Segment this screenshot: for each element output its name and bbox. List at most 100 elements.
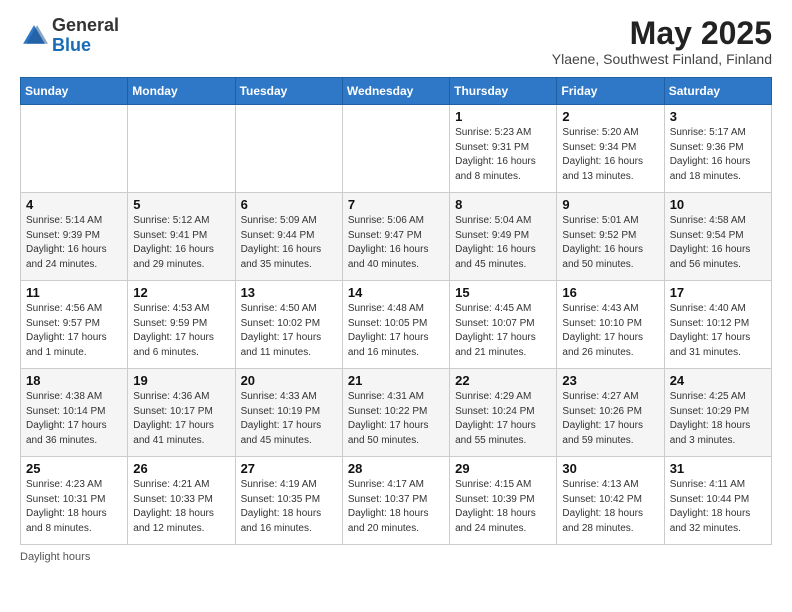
day-info: Sunrise: 4:58 AM Sunset: 9:54 PM Dayligh…: [670, 214, 766, 272]
day-number: 8: [455, 197, 551, 212]
col-wednesday: Wednesday: [342, 78, 449, 105]
day-info: Sunrise: 5:23 AM Sunset: 9:31 PM Dayligh…: [455, 126, 551, 184]
day-cell: 12 Sunrise: 4:53 AM Sunset: 9:59 PM Dayli…: [128, 281, 235, 369]
day-info: Sunrise: 4:43 AM Sunset: 10:10 PM Daylig…: [562, 302, 658, 360]
day-info: Sunrise: 5:04 AM Sunset: 9:49 PM Dayligh…: [455, 214, 551, 272]
logo-text: General Blue: [52, 16, 119, 56]
week-row-0: 1Sunrise: 5:23 AM Sunset: 9:31 PM Daylig…: [21, 105, 772, 193]
logo: General Blue: [20, 16, 119, 56]
day-info: Sunrise: 5:01 AM Sunset: 9:52 PM Dayligh…: [562, 214, 658, 272]
page: General Blue May 2025 Ylaene, Southwest …: [0, 0, 792, 612]
day-cell: 30Sunrise: 4:13 AM Sunset: 10:42 PM Dayl…: [557, 457, 664, 545]
day-cell: [235, 105, 342, 193]
day-cell: 3 Sunrise: 5:17 AM Sunset: 9:36 PM Daylig…: [664, 105, 771, 193]
day-number: 2: [562, 109, 658, 124]
day-info: Sunrise: 4:38 AM Sunset: 10:14 PM Daylig…: [26, 390, 122, 448]
day-number: 17: [670, 285, 766, 300]
col-monday: Monday: [128, 78, 235, 105]
week-row-3: 18Sunrise: 4:38 AM Sunset: 10:14 PM Dayl…: [21, 369, 772, 457]
day-info: Sunrise: 5:20 AM Sunset: 9:34 PM Dayligh…: [562, 126, 658, 184]
day-info: Sunrise: 4:25 AM Sunset: 10:29 PM Daylig…: [670, 390, 766, 448]
day-cell: 5 Sunrise: 5:12 AM Sunset: 9:41 PM Daylig…: [128, 193, 235, 281]
calendar-header: Sunday Monday Tuesday Wednesday Thursday…: [21, 78, 772, 105]
day-number: 19: [133, 373, 229, 388]
footer: Daylight hours: [20, 551, 772, 563]
week-row-1: 4Sunrise: 5:14 AM Sunset: 9:39 PM Daylig…: [21, 193, 772, 281]
day-number: 29: [455, 461, 551, 476]
day-info: Sunrise: 4:31 AM Sunset: 10:22 PM Daylig…: [348, 390, 444, 448]
month-title: May 2025: [552, 16, 772, 51]
day-number: 31: [670, 461, 766, 476]
title-block: May 2025 Ylaene, Southwest Finland, Finl…: [552, 16, 772, 67]
day-info: Sunrise: 4:15 AM Sunset: 10:39 PM Daylig…: [455, 478, 551, 536]
day-info: Sunrise: 4:21 AM Sunset: 10:33 PM Daylig…: [133, 478, 229, 536]
day-cell: 29 Sunrise: 4:15 AM Sunset: 10:39 PM Dayl…: [450, 457, 557, 545]
day-info: Sunrise: 4:13 AM Sunset: 10:42 PM Daylig…: [562, 478, 658, 536]
day-cell: 25 Sunrise: 4:23 AM Sunset: 10:31 PM Dayl…: [21, 457, 128, 545]
day-info: Sunrise: 4:53 AM Sunset: 9:59 PM Dayligh…: [133, 302, 229, 360]
calendar-table: Sunday Monday Tuesday Wednesday Thursday…: [20, 77, 772, 545]
day-cell: 4Sunrise: 5:14 AM Sunset: 9:39 PM Daylig…: [21, 193, 128, 281]
col-thursday: Thursday: [450, 78, 557, 105]
day-number: 6: [241, 197, 337, 212]
day-info: Sunrise: 5:17 AM Sunset: 9:36 PM Dayligh…: [670, 126, 766, 184]
day-cell: 24 Sunrise: 4:25 AM Sunset: 10:29 PM Dayl…: [664, 369, 771, 457]
day-number: 16: [562, 285, 658, 300]
day-info: Sunrise: 4:36 AM Sunset: 10:17 PM Daylig…: [133, 390, 229, 448]
day-number: 3: [670, 109, 766, 124]
day-cell: [342, 105, 449, 193]
day-cell: 1Sunrise: 5:23 AM Sunset: 9:31 PM Daylig…: [450, 105, 557, 193]
day-info: Sunrise: 4:48 AM Sunset: 10:05 PM Daylig…: [348, 302, 444, 360]
col-tuesday: Tuesday: [235, 78, 342, 105]
day-cell: 2 Sunrise: 5:20 AM Sunset: 9:34 PM Daylig…: [557, 105, 664, 193]
day-number: 7: [348, 197, 444, 212]
day-number: 11: [26, 285, 122, 300]
day-number: 20: [241, 373, 337, 388]
col-friday: Friday: [557, 78, 664, 105]
day-cell: [128, 105, 235, 193]
day-info: Sunrise: 5:12 AM Sunset: 9:41 PM Dayligh…: [133, 214, 229, 272]
day-cell: 9Sunrise: 5:01 AM Sunset: 9:52 PM Daylig…: [557, 193, 664, 281]
day-cell: 15 Sunrise: 4:45 AM Sunset: 10:07 PM Dayl…: [450, 281, 557, 369]
day-number: 15: [455, 285, 551, 300]
day-cell: 14 Sunrise: 4:48 AM Sunset: 10:05 PM Dayl…: [342, 281, 449, 369]
day-info: Sunrise: 4:50 AM Sunset: 10:02 PM Daylig…: [241, 302, 337, 360]
day-cell: 10 Sunrise: 4:58 AM Sunset: 9:54 PM Dayli…: [664, 193, 771, 281]
day-number: 28: [348, 461, 444, 476]
day-cell: 27Sunrise: 4:19 AM Sunset: 10:35 PM Dayl…: [235, 457, 342, 545]
day-cell: 8 Sunrise: 5:04 AM Sunset: 9:49 PM Daylig…: [450, 193, 557, 281]
day-number: 14: [348, 285, 444, 300]
day-cell: 11Sunrise: 4:56 AM Sunset: 9:57 PM Dayli…: [21, 281, 128, 369]
day-cell: 28Sunrise: 4:17 AM Sunset: 10:37 PM Dayl…: [342, 457, 449, 545]
day-info: Sunrise: 4:45 AM Sunset: 10:07 PM Daylig…: [455, 302, 551, 360]
day-info: Sunrise: 5:14 AM Sunset: 9:39 PM Dayligh…: [26, 214, 122, 272]
day-cell: 23Sunrise: 4:27 AM Sunset: 10:26 PM Dayl…: [557, 369, 664, 457]
day-number: 5: [133, 197, 229, 212]
day-cell: 19 Sunrise: 4:36 AM Sunset: 10:17 PM Dayl…: [128, 369, 235, 457]
day-info: Sunrise: 4:11 AM Sunset: 10:44 PM Daylig…: [670, 478, 766, 536]
logo-icon: [20, 22, 48, 50]
day-number: 22: [455, 373, 551, 388]
day-cell: 6 Sunrise: 5:09 AM Sunset: 9:44 PM Daylig…: [235, 193, 342, 281]
day-info: Sunrise: 4:29 AM Sunset: 10:24 PM Daylig…: [455, 390, 551, 448]
day-cell: 31 Sunrise: 4:11 AM Sunset: 10:44 PM Dayl…: [664, 457, 771, 545]
day-cell: 22 Sunrise: 4:29 AM Sunset: 10:24 PM Dayl…: [450, 369, 557, 457]
calendar-body: 1Sunrise: 5:23 AM Sunset: 9:31 PM Daylig…: [21, 105, 772, 545]
day-info: Sunrise: 5:09 AM Sunset: 9:44 PM Dayligh…: [241, 214, 337, 272]
day-number: 25: [26, 461, 122, 476]
day-cell: 26Sunrise: 4:21 AM Sunset: 10:33 PM Dayl…: [128, 457, 235, 545]
day-number: 10: [670, 197, 766, 212]
logo-blue-text: Blue: [52, 35, 91, 55]
day-info: Sunrise: 5:06 AM Sunset: 9:47 PM Dayligh…: [348, 214, 444, 272]
day-number: 21: [348, 373, 444, 388]
day-cell: 18Sunrise: 4:38 AM Sunset: 10:14 PM Dayl…: [21, 369, 128, 457]
weekday-row: Sunday Monday Tuesday Wednesday Thursday…: [21, 78, 772, 105]
day-number: 24: [670, 373, 766, 388]
day-info: Sunrise: 4:23 AM Sunset: 10:31 PM Daylig…: [26, 478, 122, 536]
day-cell: 17Sunrise: 4:40 AM Sunset: 10:12 PM Dayl…: [664, 281, 771, 369]
day-info: Sunrise: 4:27 AM Sunset: 10:26 PM Daylig…: [562, 390, 658, 448]
day-number: 13: [241, 285, 337, 300]
day-number: 12: [133, 285, 229, 300]
col-sunday: Sunday: [21, 78, 128, 105]
day-info: Sunrise: 4:19 AM Sunset: 10:35 PM Daylig…: [241, 478, 337, 536]
